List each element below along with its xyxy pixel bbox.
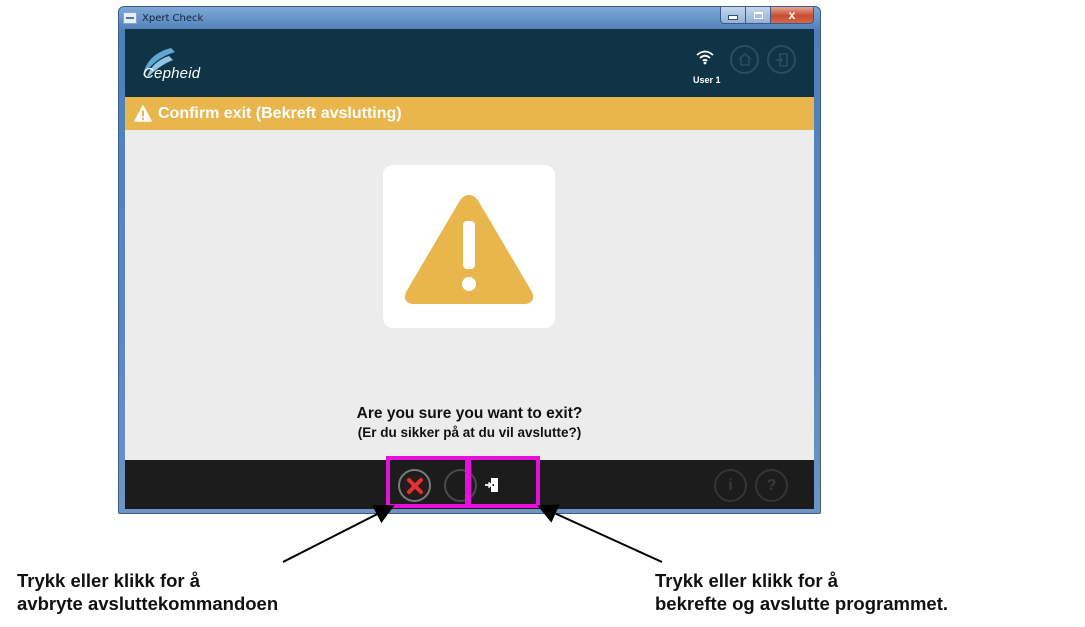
close-icon: x bbox=[788, 8, 796, 22]
maximize-icon bbox=[753, 11, 763, 19]
minimize-icon bbox=[728, 15, 738, 20]
help-button[interactable]: ? bbox=[755, 469, 788, 502]
minimize-button[interactable] bbox=[720, 7, 746, 24]
cancel-highlight-box bbox=[386, 456, 471, 508]
confirm-callout: Trykk eller klikk for å bekrefte og avsl… bbox=[655, 569, 948, 615]
warning-triangle-icon bbox=[404, 195, 534, 304]
cancel-callout-line2: avbryte avsluttekommandoen bbox=[17, 593, 279, 614]
arrow-to-cancel bbox=[282, 505, 395, 563]
app-icon bbox=[123, 12, 137, 24]
question-text: Are you sure you want to exit? bbox=[356, 405, 583, 422]
home-icon bbox=[737, 53, 752, 66]
user-label: User 1 bbox=[693, 75, 721, 85]
arrow-to-confirm bbox=[537, 504, 663, 563]
wifi-icon bbox=[696, 50, 714, 65]
screenshot-stage: Xpert Check x Cepheid User 1 Confirm exi… bbox=[0, 0, 1085, 627]
maximize-button[interactable] bbox=[746, 7, 771, 24]
question-translation: (Er du sikker på at du vil avslutte?) bbox=[357, 425, 582, 440]
window-title: Xpert Check bbox=[142, 12, 204, 24]
app-header: Cepheid User 1 bbox=[125, 29, 814, 97]
info-icon: i bbox=[728, 476, 733, 494]
cancel-callout-line1: Trykk eller klikk for å bbox=[17, 570, 201, 591]
warning-card bbox=[383, 165, 555, 328]
brand-name: Cepheid bbox=[143, 65, 201, 82]
exit-button[interactable] bbox=[767, 45, 796, 74]
warning-icon bbox=[134, 105, 152, 122]
home-button[interactable] bbox=[730, 45, 759, 74]
info-button[interactable]: i bbox=[714, 469, 747, 502]
confirm-callout-line1: Trykk eller klikk for å bbox=[655, 570, 839, 591]
window-controls: x bbox=[720, 7, 814, 24]
title-bar: Xpert Check x bbox=[119, 7, 820, 29]
cancel-callout: Trykk eller klikk for å avbryte avslutte… bbox=[17, 569, 278, 615]
exit-icon bbox=[775, 52, 788, 67]
confirm-callout-line2: bekrefte og avslutte programmet. bbox=[655, 593, 948, 614]
confirm-highlight-box bbox=[465, 456, 540, 508]
close-button[interactable]: x bbox=[771, 7, 814, 24]
help-icon: ? bbox=[766, 476, 777, 494]
app-client-area: Cepheid User 1 Confirm exit (Bekreft avs… bbox=[125, 29, 814, 509]
banner-title: Confirm exit (Bekreft avslutting) bbox=[158, 104, 402, 122]
confirm-exit-banner: Confirm exit (Bekreft avslutting) bbox=[125, 97, 814, 130]
app-window: Xpert Check x Cepheid User 1 Confirm exi… bbox=[118, 6, 821, 514]
exit-question: Are you sure you want to exit? (Er du si… bbox=[125, 405, 814, 440]
